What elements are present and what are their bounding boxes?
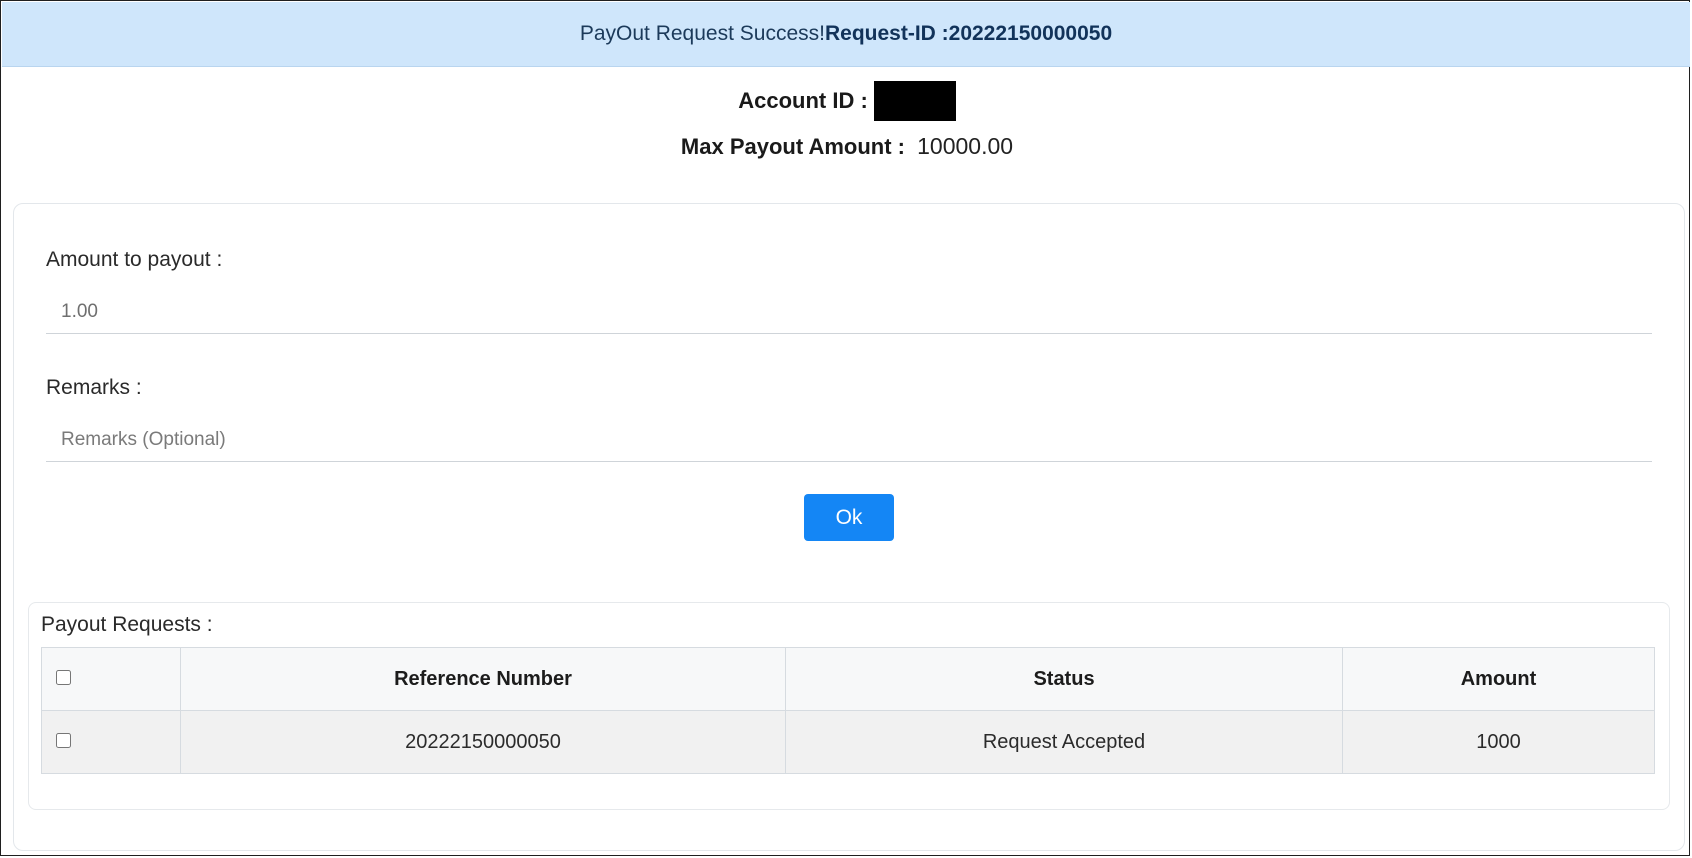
payout-requests-table: Reference Number Status Amount 202221500… [41,647,1655,774]
row-reference-number: 20222150000050 [180,710,786,774]
column-header-amount: Amount [1342,647,1655,711]
payout-requests-card: Payout Requests : Reference Number Statu… [28,602,1670,810]
payout-form-card: Amount to payout : Remarks : Ok Payout R… [13,203,1685,851]
select-all-cell [41,647,181,711]
amount-input[interactable] [46,290,1652,334]
remarks-label: Remarks : [46,376,142,399]
amount-label: Amount to payout : [46,248,223,271]
request-id: Request-ID :20222150000050 [824,22,1113,45]
success-message: PayOut Request Success! [579,22,825,45]
max-payout-value: 10000.00 [917,133,1014,159]
row-amount: 1000 [1342,710,1655,774]
payout-requests-title: Payout Requests : [41,613,213,636]
row-checkbox[interactable] [56,732,71,748]
account-id-row: Account ID : [1,81,1692,121]
row-status: Request Accepted [785,710,1343,774]
table-header-row: Reference Number Status Amount [41,647,1655,711]
ok-button[interactable]: Ok [804,494,894,541]
success-banner: PayOut Request Success! Request-ID :20222… [2,2,1690,67]
select-all-checkbox[interactable] [56,669,71,685]
remarks-input[interactable] [46,418,1652,462]
payout-page: PayOut Request Success! Request-ID :20222… [0,0,1690,856]
table-row[interactable]: 20222150000050 Request Accepted 1000 [41,710,1655,774]
max-payout-label: Max Payout Amount : [680,134,906,159]
row-select-cell [41,710,181,774]
account-id-redacted-value [873,81,956,121]
account-id-label: Account ID : [738,88,868,113]
column-header-status: Status [785,647,1343,711]
max-payout-row: Max Payout Amount : 10000.00 [1,133,1692,160]
column-header-reference: Reference Number [180,647,786,711]
